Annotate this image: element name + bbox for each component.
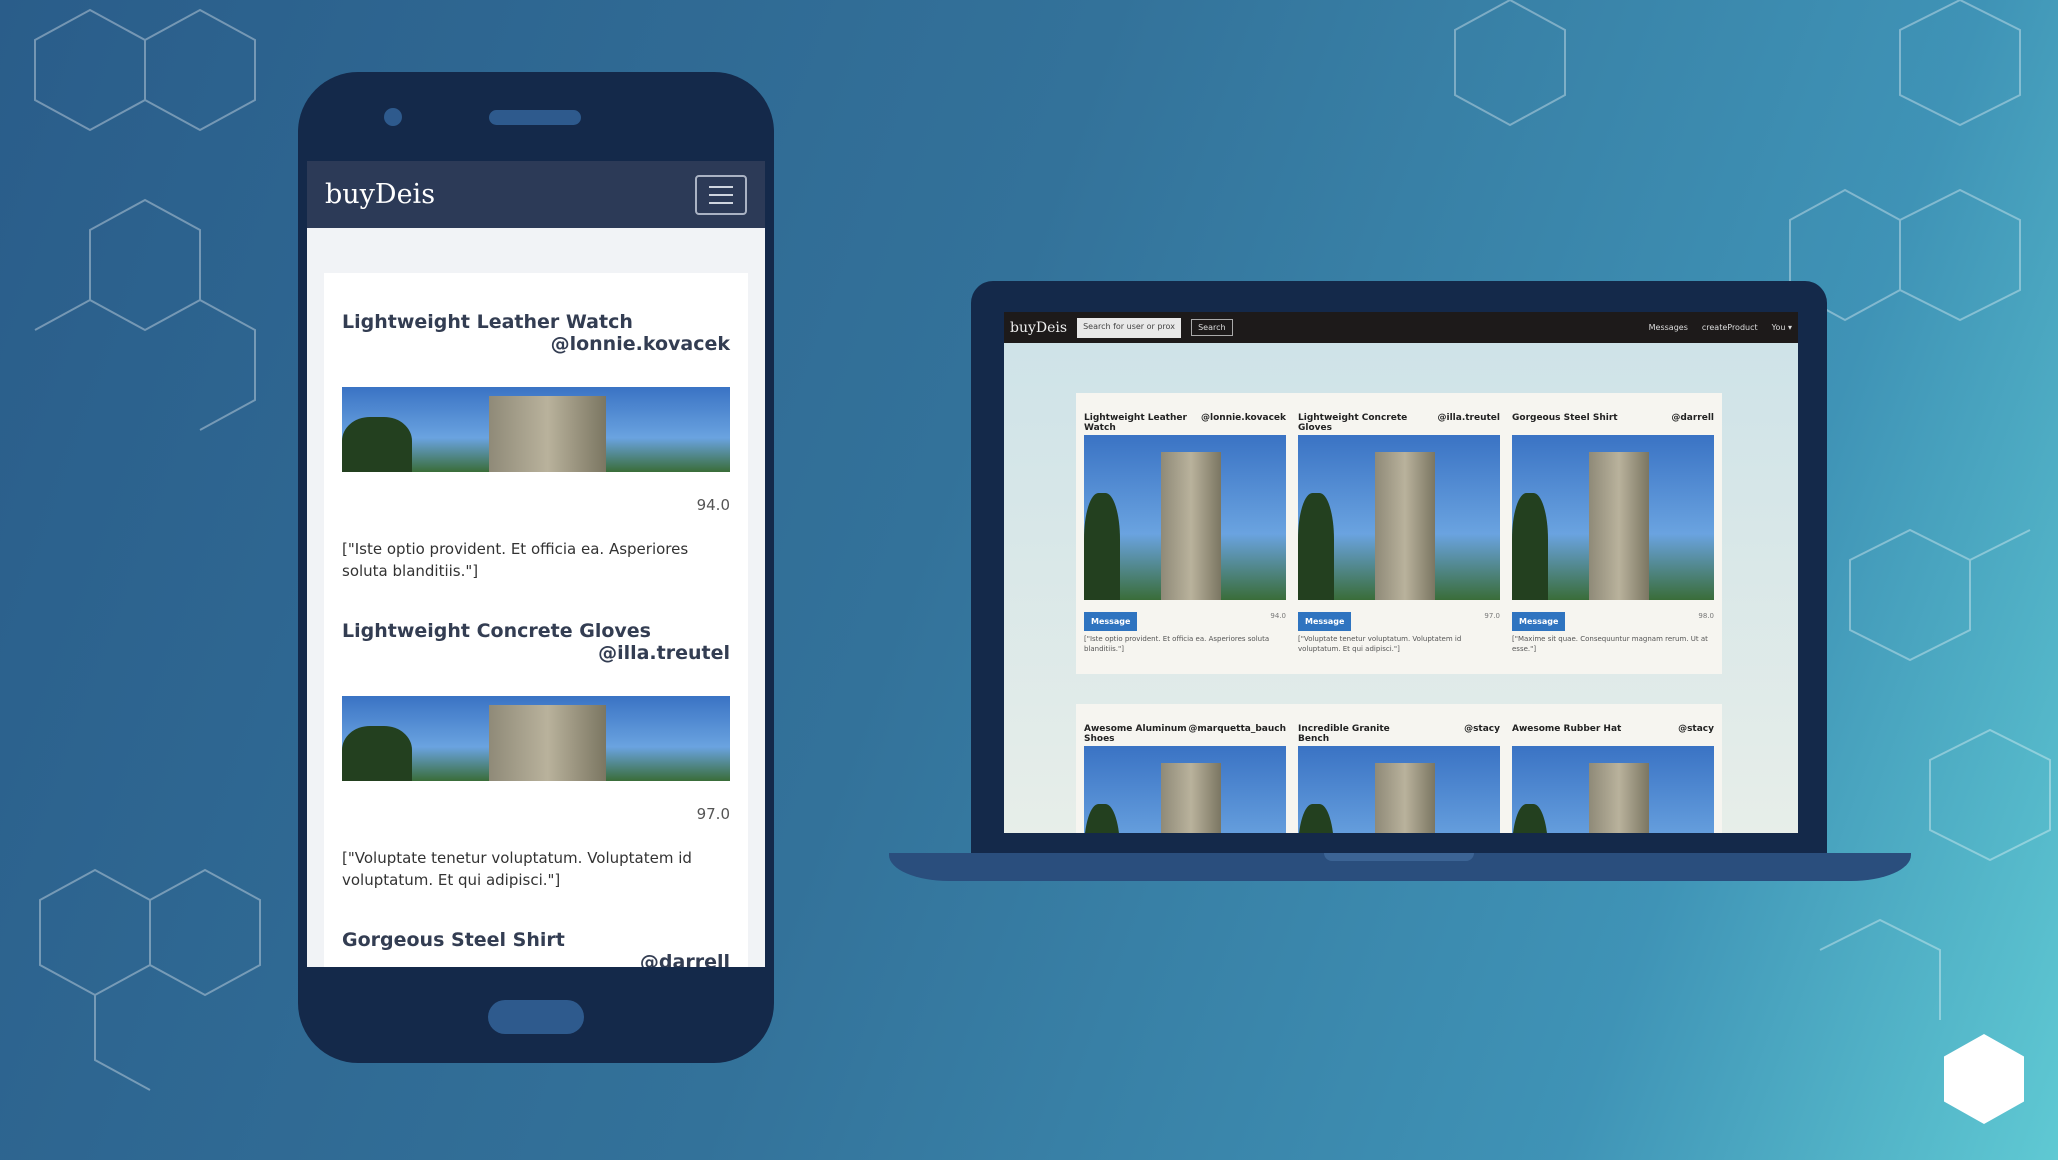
product-seller[interactable]: @illa.treutel [342, 642, 730, 664]
nav-messages[interactable]: Messages [1649, 323, 1688, 332]
product-description: ["Voluptate tenetur voluptatum. Voluptat… [342, 849, 692, 889]
product-seller[interactable]: @marquetta_bauch [1188, 724, 1286, 746]
product-price: 94.0 [1270, 612, 1286, 620]
product-price: 97.0 [696, 805, 730, 823]
phone-camera [384, 108, 402, 126]
product-row: Lightweight Leather Watch @lonnie.kovacek… [1076, 393, 1722, 674]
product-title[interactable]: Gorgeous Steel Shirt [342, 929, 730, 951]
product-seller[interactable]: @darrell [342, 951, 730, 967]
nav-create-product[interactable]: createProduct [1702, 323, 1758, 332]
message-button[interactable]: Message [1084, 612, 1138, 631]
laptop-mockup: buyDeis Search for user or prox Search M… [971, 281, 1827, 853]
product-card: Lightweight Concrete Gloves @illa.treutel… [1298, 413, 1500, 654]
laptop-screen: buyDeis Search for user or prox Search M… [1004, 312, 1798, 833]
product-card: Awesome Aluminum Shoes @marquetta_bauch [1084, 724, 1286, 833]
phone-screen: buyDeis Lightweight Leather Watch @lonni… [307, 161, 765, 967]
product-price: 94.0 [696, 496, 730, 514]
product-seller[interactable]: @stacy [1678, 724, 1714, 746]
product-title[interactable]: Gorgeous Steel Shirt [1512, 413, 1623, 435]
mobile-navbar: buyDeis [307, 161, 765, 228]
product-row: Awesome Aluminum Shoes @marquetta_bauch I… [1076, 704, 1722, 833]
product-image [342, 387, 730, 472]
brand-logo[interactable]: buyDeis [1010, 320, 1067, 336]
product-seller[interactable]: @darrell [1671, 413, 1714, 435]
product-seller[interactable]: @illa.treutel [1438, 413, 1501, 435]
product-card: Lightweight Leather Watch @lonnie.kovacek… [1084, 413, 1286, 654]
product-title[interactable]: Lightweight Leather Watch [1084, 413, 1195, 435]
product-image [1512, 746, 1714, 833]
product-description: ["Voluptate tenetur voluptatum. Voluptat… [1298, 635, 1462, 653]
product-card: Awesome Rubber Hat @stacy [1512, 724, 1714, 833]
product-seller[interactable]: @lonnie.kovacek [1201, 413, 1286, 435]
brand-logo[interactable]: buyDeis [325, 179, 435, 210]
product-description: ["Iste optio provident. Et officia ea. A… [1084, 635, 1270, 653]
product-description: ["Iste optio provident. Et officia ea. A… [342, 540, 689, 580]
product-image [1512, 435, 1714, 600]
product-description: ["Maxime sit quae. Consequuntur magnam r… [1512, 635, 1708, 653]
product-title[interactable]: Lightweight Concrete Gloves [1298, 413, 1409, 435]
product-title[interactable]: Awesome Rubber Hat [1512, 724, 1623, 746]
search-input[interactable]: Search for user or prox [1077, 317, 1182, 338]
product-item: Lightweight Concrete Gloves @illa.treute… [342, 620, 730, 891]
message-button[interactable]: Message [1298, 612, 1352, 631]
product-card: Gorgeous Steel Shirt @darrell Message 98.0… [1512, 413, 1714, 654]
phone-speaker [489, 110, 581, 125]
product-image [1298, 746, 1500, 833]
product-list: Lightweight Leather Watch @lonnie.kovace… [324, 273, 748, 967]
product-card: Incredible Granite Bench @stacy [1298, 724, 1500, 833]
product-seller[interactable]: @lonnie.kovacek [342, 333, 730, 355]
product-title[interactable]: Lightweight Leather Watch [342, 311, 730, 333]
phone-home-button [488, 1000, 584, 1034]
search-button[interactable]: Search [1191, 319, 1233, 336]
product-price: 97.0 [1484, 612, 1500, 620]
product-image [1084, 746, 1286, 833]
product-seller[interactable]: @stacy [1464, 724, 1500, 746]
product-price: 98.0 [1698, 612, 1714, 620]
product-item: Lightweight Leather Watch @lonnie.kovace… [342, 311, 730, 582]
product-image [342, 696, 730, 781]
phone-mockup: buyDeis Lightweight Leather Watch @lonni… [298, 72, 774, 1063]
hamburger-menu-icon[interactable] [695, 174, 747, 215]
nav-user-dropdown[interactable]: You ▾ [1772, 323, 1792, 332]
product-item: Gorgeous Steel Shirt @darrell [342, 929, 730, 967]
product-title[interactable]: Awesome Aluminum Shoes [1084, 724, 1188, 746]
desktop-navbar: buyDeis Search for user or prox Search M… [1004, 312, 1798, 343]
product-title[interactable]: Incredible Granite Bench [1298, 724, 1409, 746]
product-image [1298, 435, 1500, 600]
product-image [1084, 435, 1286, 600]
laptop-base [889, 853, 1911, 881]
product-title[interactable]: Lightweight Concrete Gloves [342, 620, 730, 642]
message-button[interactable]: Message [1512, 612, 1566, 631]
